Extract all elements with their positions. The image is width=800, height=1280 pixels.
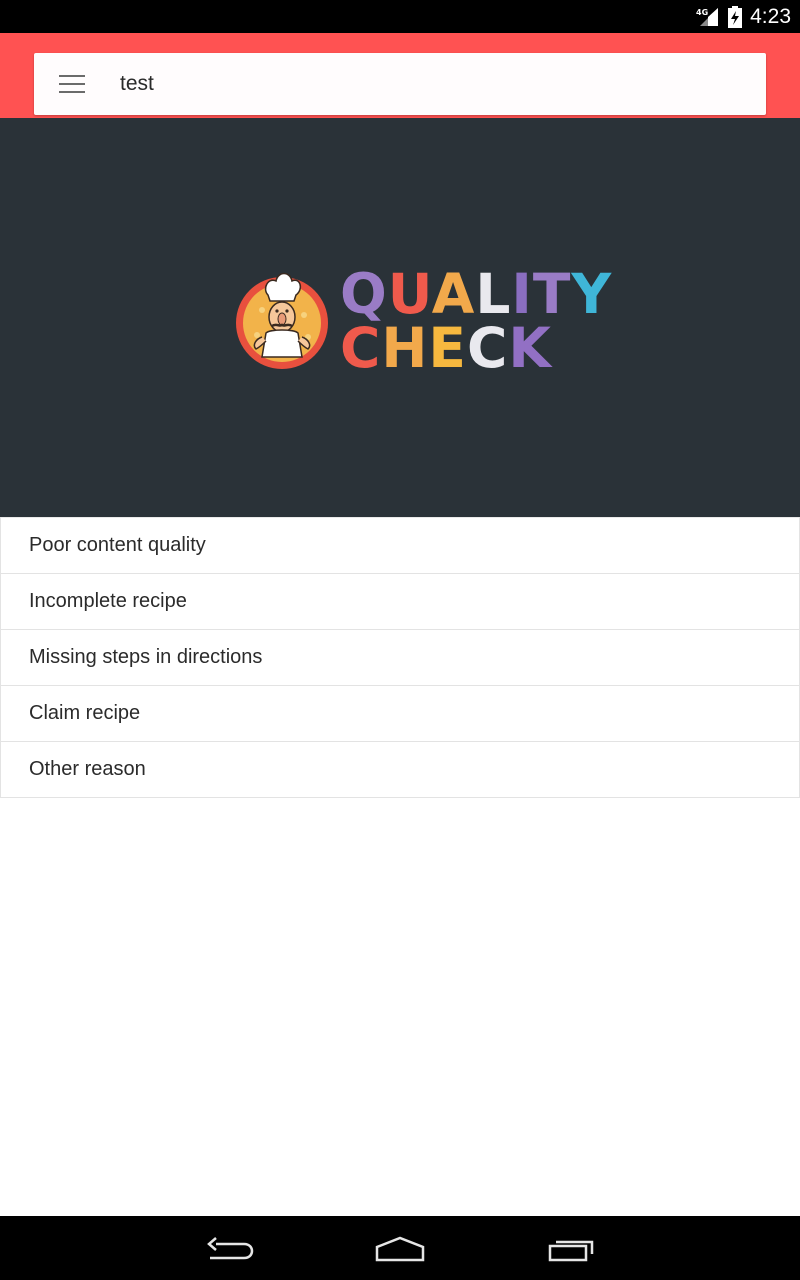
brand-letter: Y [571,262,613,326]
brand-letter: K [508,316,552,380]
brand-letter: C [340,316,382,380]
back-icon[interactable] [200,1232,260,1266]
list-item[interactable]: Claim recipe [1,685,799,741]
menu-icon[interactable] [59,75,85,93]
search-input[interactable]: test [120,72,154,96]
screen: 4G 4:23 test QUALITY CHECK Poor content … [0,0,800,1280]
status-bar: 4G 4:23 [0,0,800,33]
network-type-label: 4G [696,8,708,17]
app-bar: test [0,33,800,118]
battery-icon [728,5,743,28]
navigation-bar [0,1216,800,1280]
brand-title-line2: CHECK [340,321,552,376]
search-box[interactable]: test [34,53,766,115]
list-item[interactable]: Incomplete recipe [1,573,799,629]
chef-logo-icon [232,265,332,380]
brand-title-line1: QUALITY [340,267,612,322]
list-item[interactable]: Missing steps in directions [1,629,799,685]
status-time: 4:23 [750,4,791,28]
recents-icon[interactable] [541,1232,601,1266]
signal-icon: 4G [696,6,720,28]
reason-list: Poor content quality Incomplete recipe M… [0,517,800,798]
brand-letter: H [381,316,429,380]
list-item[interactable]: Other reason [1,741,799,797]
brand-letter: C [466,316,509,380]
brand-letter: E [428,316,467,380]
home-icon[interactable] [370,1232,430,1266]
list-item[interactable]: Poor content quality [1,517,799,573]
